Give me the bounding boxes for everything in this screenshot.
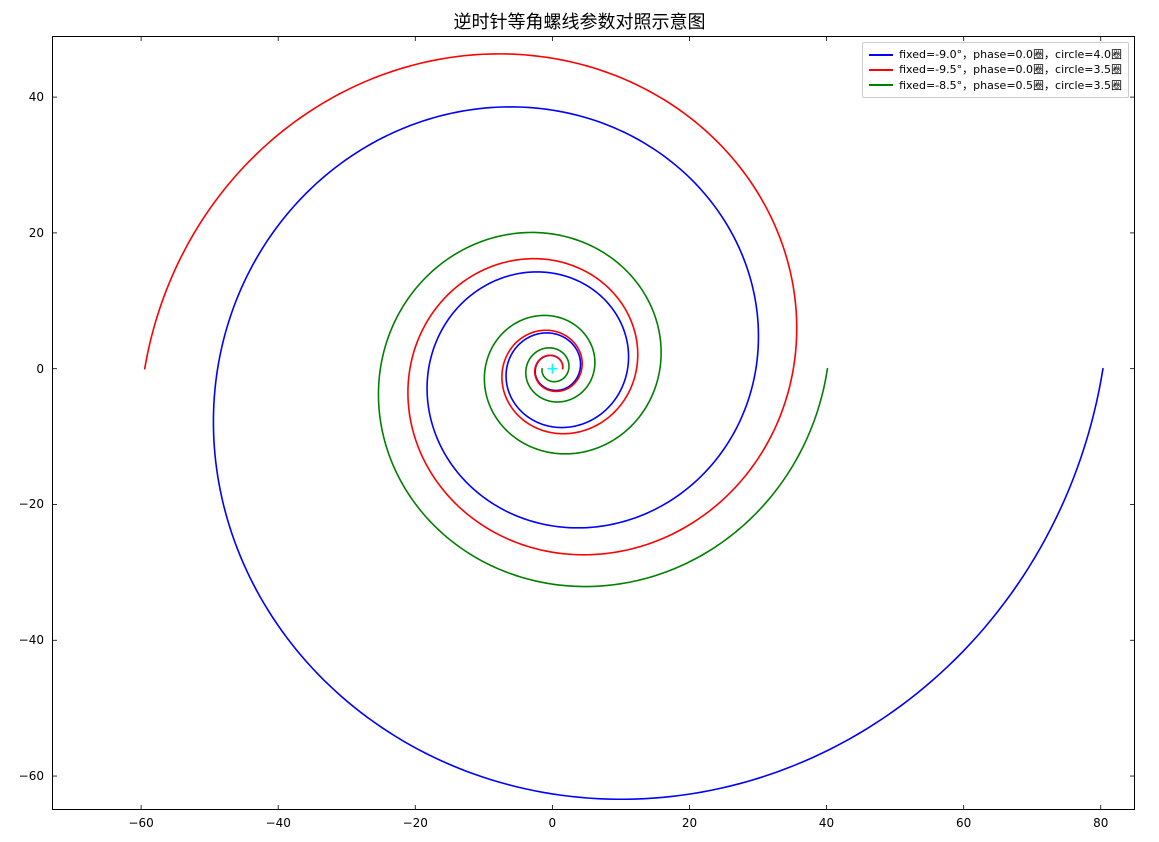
legend-swatch (869, 69, 893, 71)
x-tick-label: 60 (956, 816, 971, 830)
chart-title: 逆时针等角螺线参数对照示意图 (0, 8, 1159, 34)
legend-swatch (869, 54, 893, 56)
legend-swatch (869, 84, 893, 86)
y-tick-label: −60 (19, 769, 44, 783)
axes: −60−40−20020406080−60−40−2002040fixed=-9… (52, 36, 1135, 810)
x-tick-label: −40 (266, 816, 291, 830)
spiral-series-0 (213, 107, 1103, 799)
y-tick-label: −20 (19, 497, 44, 511)
spiral-series-1 (145, 54, 797, 555)
x-tick-label: 20 (682, 816, 697, 830)
legend-item: fixed=-9.5°，phase=0.0圈，circle=3.5圈 (869, 62, 1122, 77)
x-tick-label: 40 (819, 816, 834, 830)
x-tick-label: 0 (549, 816, 557, 830)
axes-frame (53, 37, 1135, 810)
x-tick-label: 80 (1093, 816, 1108, 830)
legend: fixed=-9.0°，phase=0.0圈，circle=4.0圈fixed=… (862, 42, 1129, 98)
x-tick-label: −20 (403, 816, 428, 830)
y-tick-label: 0 (36, 362, 44, 376)
legend-label: fixed=-9.5°，phase=0.0圈，circle=3.5圈 (899, 62, 1122, 77)
plot-area (52, 36, 1135, 810)
legend-label: fixed=-8.5°，phase=0.5圈，circle=3.5圈 (899, 78, 1122, 93)
y-tick-label: 20 (29, 226, 44, 240)
y-tick-label: −40 (19, 633, 44, 647)
legend-label: fixed=-9.0°，phase=0.0圈，circle=4.0圈 (899, 47, 1122, 62)
center-marker-plus-icon (547, 364, 557, 374)
y-tick-label: 40 (29, 90, 44, 104)
figure: 逆时针等角螺线参数对照示意图 −60−40−20020406080−60−40−… (0, 0, 1159, 842)
spiral-series-2 (378, 232, 827, 586)
x-tick-label: −60 (128, 816, 153, 830)
legend-item: fixed=-9.0°，phase=0.0圈，circle=4.0圈 (869, 47, 1122, 62)
legend-item: fixed=-8.5°，phase=0.5圈，circle=3.5圈 (869, 78, 1122, 93)
